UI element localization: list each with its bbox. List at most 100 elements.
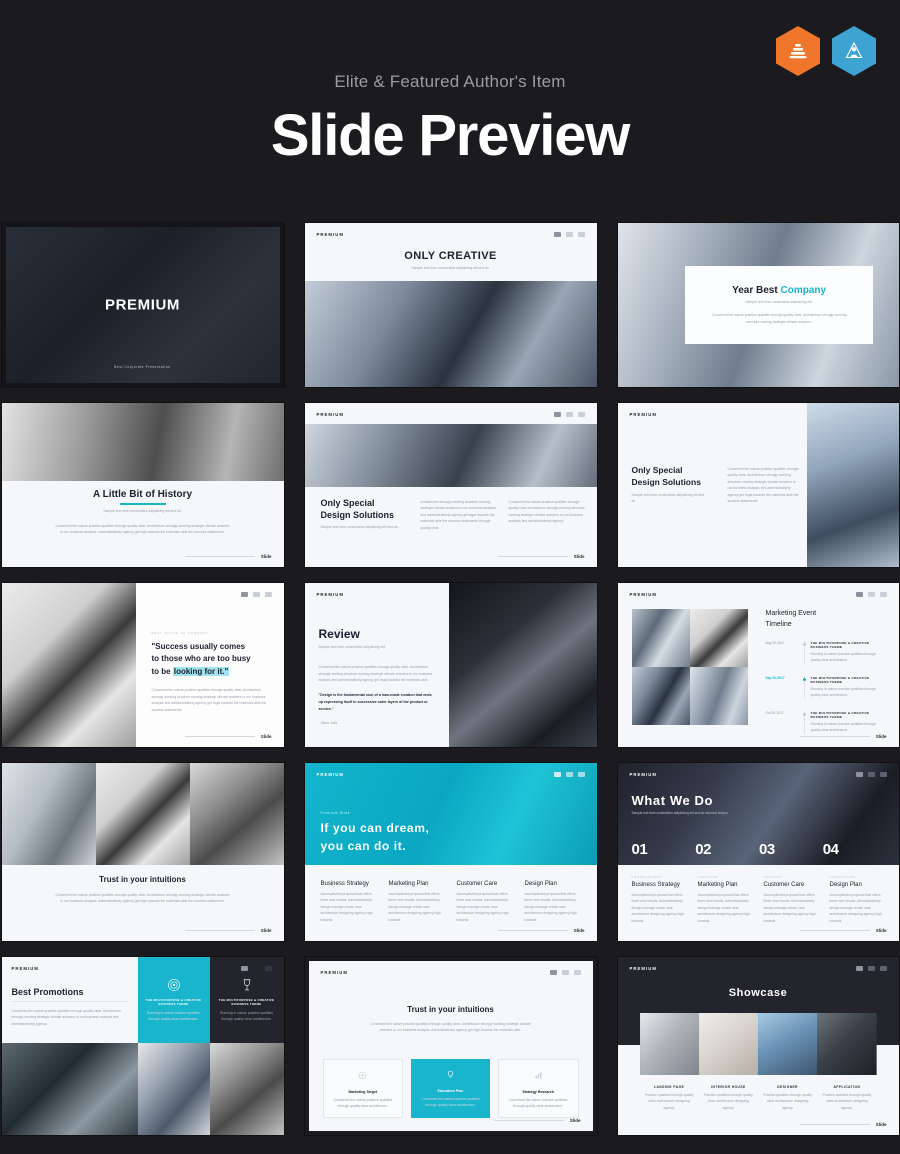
slide-title: Marketing Event: [765, 610, 817, 617]
control-dot[interactable]: [565, 232, 573, 237]
shoes-photo: [209, 1043, 284, 1135]
slide-controls[interactable]: [553, 232, 585, 237]
column-number: 02: [695, 841, 711, 858]
feature-card[interactable]: Marketing Target Conceived the nature pr…: [322, 1059, 404, 1118]
control-dot[interactable]: [561, 970, 569, 975]
column-body: Accomplished proposal that offers three …: [456, 892, 509, 922]
slide-controls[interactable]: [553, 772, 585, 777]
control-dot[interactable]: [252, 592, 260, 597]
control-dot[interactable]: [855, 772, 863, 777]
timeline-photo: [689, 667, 748, 725]
brand-logo: PREMIUM: [316, 232, 344, 237]
slide-subtitle: Sample text here consectetur adipisicing…: [631, 811, 729, 815]
footer-rule: [497, 930, 568, 931]
column-title: Marketing Plan: [697, 882, 738, 888]
showcase-body: Practice qualities through quality clear…: [703, 1093, 753, 1110]
slide-controls[interactable]: [855, 772, 887, 777]
control-dot[interactable]: [867, 772, 875, 777]
footer-rule: [799, 736, 870, 737]
control-dot[interactable]: [565, 412, 573, 417]
slide-best-promotions[interactable]: PREMIUM Best Promotions Conceived the na…: [0, 956, 285, 1136]
control-dot[interactable]: [577, 772, 585, 777]
quote-line-1: "Success usually comes: [151, 642, 246, 651]
showcase-item: APPLICATION Practice qualities through q…: [817, 1085, 876, 1111]
control-dot[interactable]: [565, 772, 573, 777]
panel-title-line2: BUSINESS THEME: [158, 1001, 189, 1006]
slide-subtitle: Sample text here consectetur adipisicing…: [320, 525, 399, 530]
slide-controls[interactable]: [240, 592, 272, 597]
timeline-dot-icon: [802, 712, 806, 716]
desk-photo: [1, 583, 136, 747]
control-dot[interactable]: [573, 970, 581, 975]
slide-only-creative[interactable]: PREMIUM ONLY CREATIVE Sample text here c…: [303, 222, 598, 388]
control-dot[interactable]: [253, 966, 260, 971]
slide-title: A Little Bit of History: [92, 489, 193, 500]
feature-card-active[interactable]: Education Plan Conceived the nature prac…: [411, 1059, 490, 1118]
brand-logo: PREMIUM: [629, 966, 657, 971]
control-dot[interactable]: [879, 966, 887, 971]
slide-footer: Slide: [184, 554, 272, 559]
slide-if-you-can-dream[interactable]: PREMIUM Premium Slide If you can dream, …: [303, 762, 598, 942]
timeline-rail: [802, 641, 806, 664]
control-dot[interactable]: [240, 966, 248, 971]
column-title: Customer Care: [456, 881, 498, 887]
brand-logo: PREMIUM: [629, 412, 657, 417]
slide-trust-cards[interactable]: PREMIUM Trust in your intuitions Conceiv…: [303, 956, 598, 1136]
slide-only-special-b[interactable]: PREMIUM Only Special Design Solutions Sa…: [616, 402, 900, 568]
slide-review[interactable]: PREMIUM Review Sample text here consecte…: [303, 582, 598, 748]
control-dot[interactable]: [867, 592, 875, 597]
slide-marketing-timeline[interactable]: PREMIUM Marketing Event Timeline Aug 08,…: [616, 582, 900, 748]
footer-rule: [184, 556, 255, 557]
slide-showcase[interactable]: PREMIUM Showcase LANDING PAGE Practice q…: [616, 956, 900, 1136]
control-dot[interactable]: [879, 592, 887, 597]
featured-author-badge[interactable]: [832, 26, 876, 76]
control-dot[interactable]: [879, 772, 887, 777]
slide-controls[interactable]: [855, 966, 887, 971]
timeline-title-line2: BUSINESS THEME: [810, 679, 843, 684]
slide-success-quote[interactable]: Best Quote of Company "Success usually c…: [0, 582, 285, 748]
slide-body: Conceived the nature practice qualities …: [55, 893, 230, 904]
slide-footer: Slide: [184, 734, 272, 739]
slide-only-special-a[interactable]: PREMIUM Only Special Design Solutions Sa…: [303, 402, 598, 568]
page-label: Slide: [875, 928, 887, 933]
control-dot[interactable]: [867, 966, 875, 971]
control-dot[interactable]: [264, 966, 272, 971]
showcase-photo: [639, 1013, 699, 1075]
slide-premium-cover[interactable]: PREMIUM Best Corporate Presentation: [0, 222, 285, 388]
elite-author-badge[interactable]: [776, 26, 820, 76]
control-dot[interactable]: [240, 592, 248, 597]
timeline-row[interactable]: Oct 28, 2017 THE MULTIPURPOSE & CREATIVE…: [765, 710, 887, 734]
control-dot[interactable]: [553, 232, 561, 237]
control-dot[interactable]: [855, 966, 863, 971]
control-dot[interactable]: [549, 970, 557, 975]
control-dot[interactable]: [264, 592, 272, 597]
slide-trust-photos[interactable]: Trust in your intuitions Conceived the n…: [0, 762, 285, 942]
brand-logo: PREMIUM: [320, 970, 348, 975]
column-kicker: Support: [763, 875, 783, 879]
column-body: Accomplished proposal that offers three …: [524, 892, 577, 922]
slide-controls[interactable]: [240, 966, 272, 971]
slide-what-we-do[interactable]: PREMIUM What We Do Sample text here cons…: [616, 762, 900, 942]
page-label: Slide: [573, 928, 585, 933]
timeline-row[interactable]: Aug 08, 2017 THE MULTIPURPOSE & CREATIVE…: [766, 641, 887, 664]
page-subtitle: Elite & Featured Author's Item: [334, 72, 566, 91]
slide-controls[interactable]: [855, 592, 887, 597]
column-body: Accomplished proposal that offers three …: [388, 892, 441, 922]
control-dot[interactable]: [553, 412, 561, 417]
slide-year-best-company[interactable]: Year Best Company Sample text here conse…: [616, 222, 900, 388]
timeline-row[interactable]: Sep 20, 2017 THE MULTIPURPOSE & CREATIVE…: [766, 675, 887, 699]
slide-subtitle: Best Corporate Presentation: [114, 365, 171, 369]
slide-controls[interactable]: [549, 970, 581, 975]
control-dot[interactable]: [855, 592, 863, 597]
control-dot[interactable]: [553, 772, 561, 777]
review-author: - Steve Jobs: [318, 721, 338, 726]
title-rule: [11, 1001, 128, 1002]
feature-column: Support Customer Care Accomplished propo…: [764, 875, 821, 924]
feature-card[interactable]: Strategy Research Conceived the nature p…: [497, 1059, 579, 1118]
control-dot[interactable]: [577, 232, 585, 237]
feature-column: Professional Business Strategy Accomplis…: [632, 875, 689, 924]
timeline-date: Oct 28, 2017: [765, 710, 784, 715]
control-dot[interactable]: [577, 412, 585, 417]
slide-controls[interactable]: [553, 412, 585, 417]
slide-a-little-bit-of-history[interactable]: A Little Bit of History Sample text here…: [0, 402, 285, 568]
